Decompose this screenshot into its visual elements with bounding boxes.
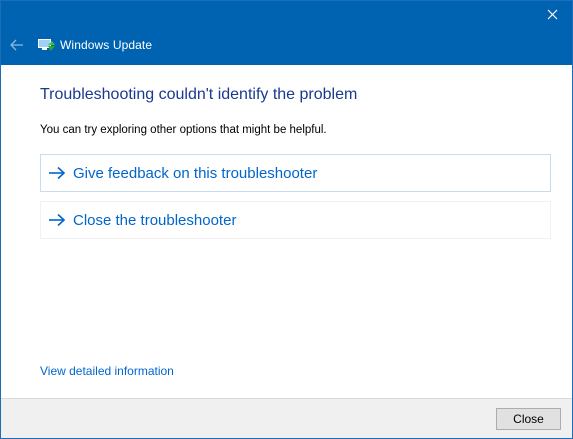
title-bar: Windows Update [1, 1, 572, 65]
troubleshooter-window: Windows Update Troubleshooting couldn't … [0, 0, 573, 439]
close-icon[interactable] [538, 4, 566, 26]
close-button[interactable]: Close [496, 408, 561, 430]
page-title: Troubleshooting couldn't identify the pr… [40, 86, 358, 103]
description-text: You can try exploring other options that… [40, 124, 327, 136]
arrow-right-icon [47, 213, 67, 227]
windows-update-icon [38, 38, 56, 52]
footer-bar: Close [1, 398, 572, 438]
arrow-right-icon [47, 166, 67, 180]
back-arrow-icon[interactable] [9, 37, 25, 53]
view-detailed-information-link[interactable]: View detailed information [40, 364, 174, 378]
close-troubleshooter-label: Close the troubleshooter [73, 211, 237, 229]
app-title: Windows Update [60, 38, 153, 52]
content-area: Troubleshooting couldn't identify the pr… [1, 65, 572, 398]
give-feedback-label: Give feedback on this troubleshooter [73, 164, 318, 182]
give-feedback-option[interactable]: Give feedback on this troubleshooter [40, 154, 551, 192]
close-troubleshooter-option[interactable]: Close the troubleshooter [40, 201, 551, 239]
